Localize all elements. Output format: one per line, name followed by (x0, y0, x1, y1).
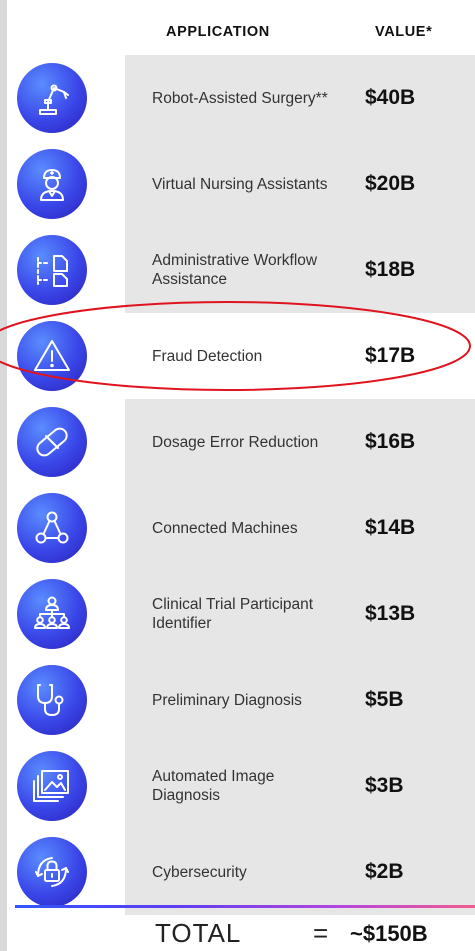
row-application: Cybersecurity (152, 863, 247, 881)
stethoscope-icon (17, 665, 87, 735)
row-application: Clinical Trial Participant Identifier (152, 596, 314, 632)
row-application: Dosage Error Reduction (152, 433, 319, 451)
row-value: $18B (365, 258, 416, 281)
table-row: Administrative Workflow Assistance $18B (0, 227, 475, 313)
table-row: Dosage Error Reduction $16B (0, 399, 475, 485)
row-value: $40B (365, 86, 416, 109)
lock-cycle-icon (17, 837, 87, 907)
total-equals: = (313, 918, 329, 948)
total-label: TOTAL (155, 918, 242, 948)
row-value: $17B (365, 344, 416, 367)
application-rows: Robot-Assisted Surgery** $40B Virtual Nurs… (0, 0, 475, 951)
table-row: Fraud Detection $17B (0, 313, 475, 399)
table-row: Preliminary Diagnosis $5B (0, 657, 475, 743)
row-value: $13B (365, 602, 416, 625)
row-application: Automated Image Diagnosis (152, 768, 275, 804)
total-value: ~$150B (350, 921, 428, 946)
network-icon (17, 493, 87, 563)
row-value: $3B (365, 774, 404, 797)
nurse-icon (17, 149, 87, 219)
warning-icon (17, 321, 87, 391)
row-value: $16B (365, 430, 416, 453)
workflow-icon (17, 235, 87, 305)
robot-arm-icon (17, 63, 87, 133)
row-value: $2B (365, 860, 404, 883)
row-application: Administrative Workflow Assistance (152, 252, 318, 288)
total-row: TOTAL = ~$150B (0, 918, 475, 951)
row-value: $14B (365, 516, 416, 539)
row-application: Preliminary Diagnosis (152, 691, 302, 709)
table-row: Automated Image Diagnosis $3B (0, 743, 475, 829)
row-value: $5B (365, 688, 404, 711)
pill-icon (17, 407, 87, 477)
table-row: Clinical Trial Participant Identifier $13… (0, 571, 475, 657)
image-stack-icon (17, 751, 87, 821)
row-application: Robot-Assisted Surgery** (152, 89, 328, 107)
total-divider (15, 905, 475, 908)
people-hierarchy-icon (17, 579, 87, 649)
table-row: Connected Machines $14B (0, 485, 475, 571)
table-row: Virtual Nursing Assistants $20B (0, 141, 475, 227)
row-application: Connected Machines (152, 519, 298, 537)
row-application: Virtual Nursing Assistants (152, 175, 328, 193)
table-row: Cybersecurity $2B (0, 829, 475, 915)
row-application: Fraud Detection (152, 347, 263, 365)
row-value: $20B (365, 172, 416, 195)
table-row: Robot-Assisted Surgery** $40B (0, 55, 475, 141)
